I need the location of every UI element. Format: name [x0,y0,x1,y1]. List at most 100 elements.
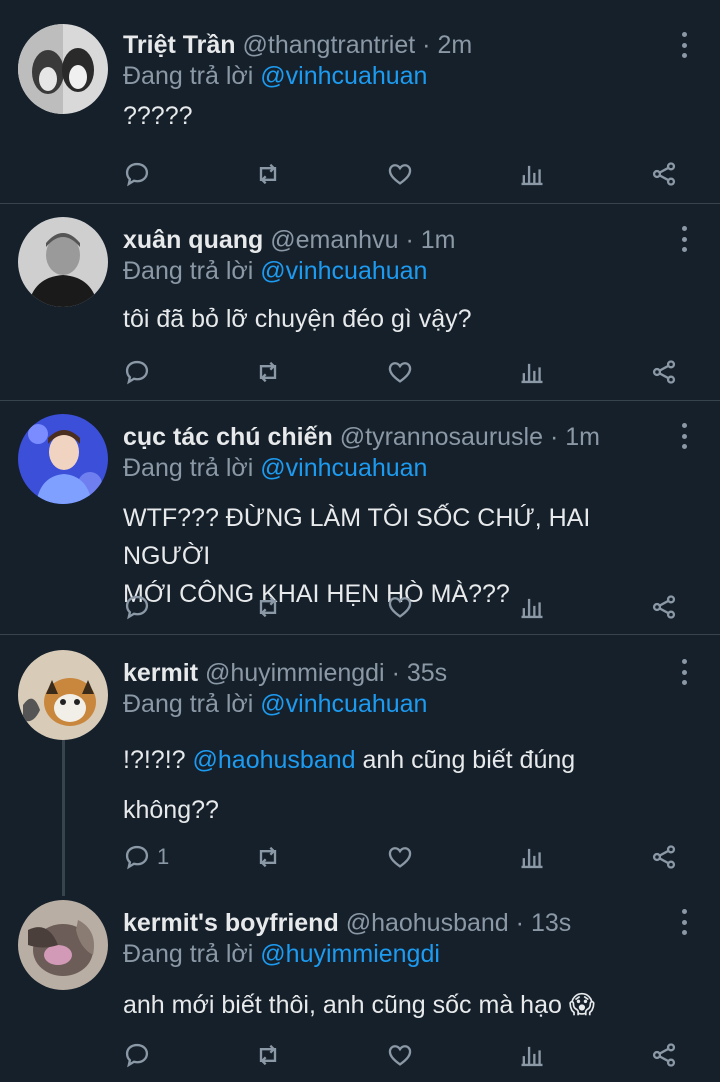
analytics-icon [518,593,546,621]
share-button[interactable] [650,356,678,388]
replying-to: Đang trả lời @vinhcuahuan [123,689,427,719]
replying-to: Đang trả lời @huyimmiengdi [123,939,440,969]
share-button[interactable] [650,841,678,873]
more-icon[interactable] [680,423,688,449]
retweet-button[interactable] [254,356,282,388]
mention-link[interactable]: @haohusband [193,746,356,774]
reply-count: 1 [157,844,170,869]
analytics-button[interactable] [518,158,546,190]
share-button[interactable] [650,1039,678,1071]
retweet-icon [254,843,282,871]
share-icon [650,593,678,621]
timestamp[interactable]: 35s [407,659,447,687]
tweet[interactable]: cục tác chú chiến @tyrannosaurusle · 1m … [0,401,720,634]
replying-to-label: Đang trả lời [123,690,254,718]
reply-button[interactable] [123,591,151,623]
user-handle[interactable]: @emanhvu [270,226,398,254]
action-bar [123,158,683,190]
analytics-button[interactable] [518,841,546,873]
reply-button[interactable]: 1 [123,841,169,873]
mention-link[interactable]: @huyimmiengdi [260,940,440,968]
retweet-button[interactable] [254,158,282,190]
more-icon[interactable] [680,909,688,935]
timestamp[interactable]: 13s [531,909,571,937]
action-bar [123,591,683,623]
display-name[interactable]: xuân quang [123,226,263,254]
tweet-text-line: !?!?!? @haohusband anh cũng biết đúng [123,735,683,785]
mention-link[interactable]: @vinhcuahuan [260,257,427,285]
reply-icon [123,1041,151,1069]
analytics-button[interactable] [518,356,546,388]
timestamp[interactable]: 1m [565,423,600,451]
analytics-button[interactable] [518,1039,546,1071]
reply-button[interactable] [123,158,151,190]
like-button[interactable] [386,356,414,388]
tweet-text-content: anh mới biết thôi, anh cũng sốc mà hạo [123,991,562,1019]
reply-icon [123,358,151,386]
tweet-text: !?!?!? @haohusband anh cũng biết đúng kh… [123,735,683,835]
tweet[interactable]: Triệt Trần @thangtrantriet · 2m Đang trả… [0,0,720,203]
more-icon[interactable] [680,226,688,252]
user-handle[interactable]: @haohusband [346,909,509,937]
mention-link[interactable]: @vinhcuahuan [260,62,427,90]
mention-link[interactable]: @vinhcuahuan [260,690,427,718]
retweet-icon [254,593,282,621]
user-handle[interactable]: @huyimmiengdi [205,659,385,687]
display-name[interactable]: kermit's boyfriend [123,909,339,937]
timestamp[interactable]: 2m [437,31,472,59]
retweet-button[interactable] [254,1039,282,1071]
separator-dot: · [391,659,400,687]
share-icon [650,358,678,386]
tweet[interactable]: kermit's boyfriend @haohusband · 13s Đan… [0,885,720,1082]
reply-button[interactable] [123,1039,151,1071]
more-icon[interactable] [680,32,688,58]
reply-button[interactable] [123,356,151,388]
like-button[interactable] [386,841,414,873]
like-icon [386,1041,414,1069]
display-name[interactable]: cục tác chú chiến [123,423,333,451]
tweet[interactable]: xuân quang @emanhvu · 1m Đang trả lời @v… [0,204,720,400]
retweet-button[interactable] [254,591,282,623]
like-button[interactable] [386,158,414,190]
tweet[interactable]: kermit @huyimmiengdi · 35s Đang trả lời … [0,635,720,885]
display-name[interactable]: kermit [123,659,198,687]
share-button[interactable] [650,591,678,623]
share-icon [650,843,678,871]
like-button[interactable] [386,591,414,623]
tweet-header: xuân quang @emanhvu · 1m [123,225,455,255]
analytics-icon [518,1041,546,1069]
share-button[interactable] [650,158,678,190]
action-bar [123,356,683,388]
tweet-header: cục tác chú chiến @tyrannosaurusle · 1m [123,422,600,452]
analytics-icon [518,358,546,386]
replying-to: Đang trả lời @vinhcuahuan [123,61,427,91]
avatar[interactable] [18,414,108,504]
tweet-text-line: ????? [123,102,193,130]
like-icon [386,358,414,386]
like-icon [386,160,414,188]
user-handle[interactable]: @tyrannosaurusle [340,423,543,451]
reply-icon [123,160,151,188]
separator-dot: · [422,31,431,59]
tweet-text-prefix: !?!?!? [123,746,186,774]
avatar[interactable] [18,24,108,114]
analytics-icon [518,160,546,188]
tweet-text: tôi đã bỏ lỡ chuyện đéo gì vậy? [123,301,683,337]
mention-link[interactable]: @vinhcuahuan [260,454,427,482]
avatar[interactable] [18,650,108,740]
avatar[interactable] [18,900,108,990]
analytics-button[interactable] [518,591,546,623]
replying-to-label: Đang trả lời [123,940,254,968]
like-button[interactable] [386,1039,414,1071]
display-name[interactable]: Triệt Trần [123,31,236,59]
tweet-text: ????? [123,98,683,134]
replying-to: Đang trả lời @vinhcuahuan [123,453,427,483]
separator-dot: · [405,226,414,254]
more-icon[interactable] [680,659,688,685]
user-handle[interactable]: @thangtrantriet [243,31,416,59]
retweet-button[interactable] [254,841,282,873]
timestamp[interactable]: 1m [421,226,456,254]
avatar[interactable] [18,217,108,307]
tweet-text-line: anh mới biết thôi, anh cũng sốc mà hạo 😱 [123,987,683,1023]
separator-dot: · [515,909,524,937]
